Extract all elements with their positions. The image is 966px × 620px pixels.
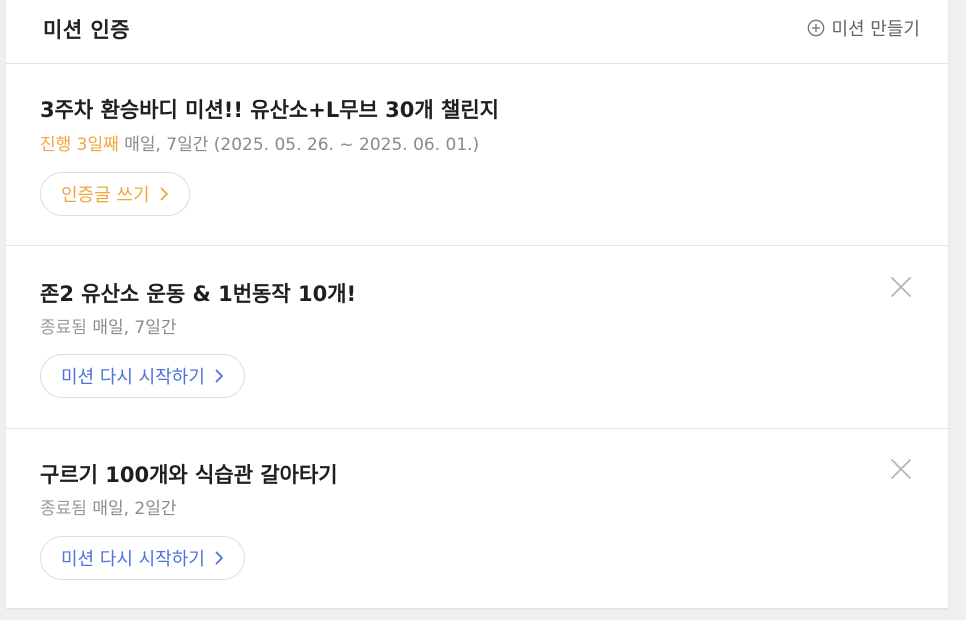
page-title: 미션 인증: [43, 18, 131, 42]
mission-meta: 진행 3일째 매일, 7일간 (2025. 05. 26. ~ 2025. 06…: [40, 130, 479, 155]
restart-mission-button[interactable]: 미션 다시 시작하기: [40, 354, 245, 398]
restart-mission-label: 미션 다시 시작하기: [61, 367, 205, 388]
mission-item: 구르기 100개와 식습관 갈아타기 종료됨 매일, 2일간 미션 다시 시작하…: [6, 429, 948, 608]
mission-item: 3주차 환승바디 미션!! 유산소+L무브 30개 챌린지 진행 3일째 매일,…: [6, 64, 948, 246]
close-icon[interactable]: [890, 276, 912, 298]
write-certification-label: 인증글 쓰기: [61, 185, 150, 206]
mission-status: 종료됨: [40, 318, 87, 338]
mission-schedule: 매일, 2일간: [92, 499, 177, 519]
restart-mission-button[interactable]: 미션 다시 시작하기: [40, 536, 245, 580]
mission-status: 종료됨: [40, 499, 87, 519]
chevron-right-icon: [215, 551, 223, 565]
mission-title: 3주차 환승바디 미션!! 유산소+L무브 30개 챌린지: [40, 98, 499, 122]
mission-item: 존2 유산소 운동 & 1번동작 10개! 종료됨 매일, 7일간 미션 다시 …: [6, 246, 948, 429]
mission-panel: 미션 인증 미션 만들기 3주차 환승바디 미션!! 유산소+L무브 30개 챌…: [6, 0, 948, 608]
create-mission-button[interactable]: 미션 만들기: [807, 15, 920, 41]
create-mission-label: 미션 만들기: [831, 19, 920, 40]
mission-meta: 종료됨 매일, 2일간: [40, 494, 177, 519]
write-certification-button[interactable]: 인증글 쓰기: [40, 172, 190, 216]
mission-header: 미션 인증 미션 만들기: [6, 0, 948, 64]
chevron-right-icon: [160, 187, 168, 201]
close-icon[interactable]: [890, 458, 912, 480]
mission-schedule: 매일, 7일간 (2025. 05. 26. ~ 2025. 06. 01.): [124, 135, 480, 155]
mission-title: 존2 유산소 운동 & 1번동작 10개!: [40, 282, 357, 306]
mission-meta: 종료됨 매일, 7일간: [40, 313, 177, 338]
mission-title: 구르기 100개와 식습관 갈아타기: [40, 463, 338, 487]
chevron-right-icon: [215, 369, 223, 383]
plus-circle-icon: [808, 19, 825, 37]
restart-mission-label: 미션 다시 시작하기: [61, 549, 205, 570]
mission-status: 진행 3일째: [40, 135, 119, 155]
mission-schedule: 매일, 7일간: [92, 318, 177, 338]
